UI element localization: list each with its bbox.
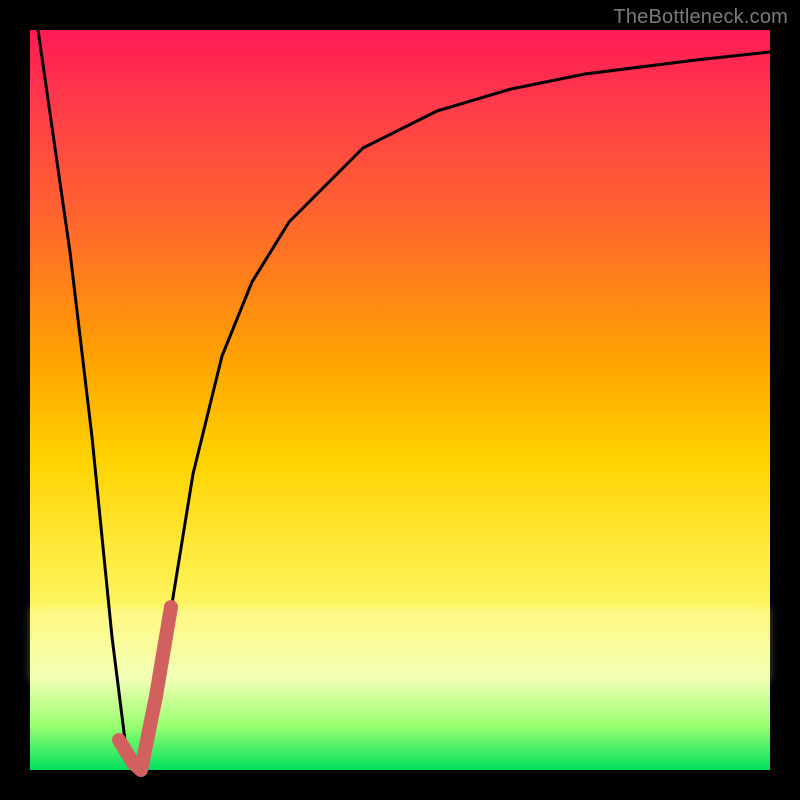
curve-layer bbox=[30, 30, 770, 770]
watermark-text: TheBottleneck.com bbox=[613, 6, 788, 29]
chart-frame: TheBottleneck.com bbox=[0, 0, 800, 800]
plot-area bbox=[30, 30, 770, 770]
bottleneck-curve bbox=[38, 30, 770, 770]
accent-nub bbox=[119, 607, 171, 770]
